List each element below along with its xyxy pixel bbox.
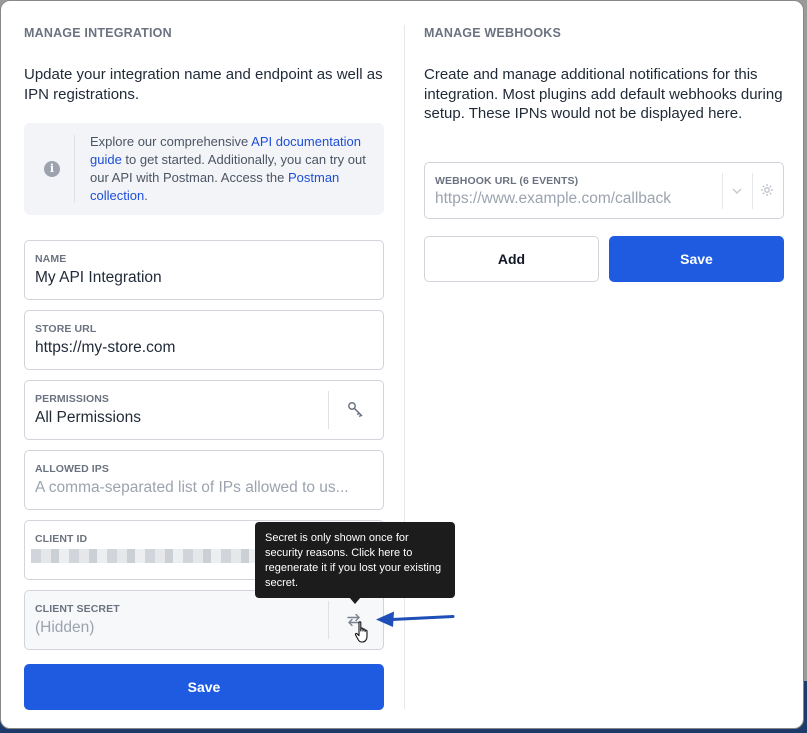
name-label: NAME [35,253,67,265]
webhook-url-input[interactable]: https://www.example.com/callback [435,190,715,208]
hand-cursor-icon [354,621,368,643]
store-url-field[interactable]: STORE URL https://my-store.com [24,310,384,370]
name-field[interactable]: NAME My API Integration [24,240,384,300]
tooltip-arrow [349,597,361,604]
annotation-arrow-icon [376,611,455,627]
divider [328,601,329,639]
client-secret-label: CLIENT SECRET [35,603,120,615]
client-id-value-redacted [31,549,261,563]
store-url-label: STORE URL [35,323,97,335]
info-text-part: Explore our comprehensive [90,134,252,149]
api-info-box: i Explore our comprehensive API document… [24,123,384,215]
client-secret-field: CLIENT SECRET (Hidden) [24,590,384,650]
webhook-url-field[interactable]: WEBHOOK URL (6 EVENTS) https://www.examp… [424,162,784,219]
manage-integration-title: MANAGE INTEGRATION [24,26,172,40]
key-icon[interactable] [347,401,365,419]
add-webhook-button[interactable]: Add [424,236,599,282]
manage-webhooks-description: Create and manage additional notificatio… [424,66,783,122]
client-id-label: CLIENT ID [35,533,88,545]
permissions-label: PERMISSIONS [35,393,110,405]
name-input[interactable]: My API Integration [35,269,162,287]
permissions-field[interactable]: PERMISSIONS All Permissions [24,380,384,440]
divider [328,391,329,429]
divider [74,135,75,203]
save-integration-button[interactable]: Save [24,664,384,710]
regenerate-secret-tooltip: Secret is only shown once for security r… [255,522,455,598]
allowed-ips-label: ALLOWED IPS [35,463,110,475]
manage-integration-description: Update your integration name and endpoin… [24,66,383,103]
permissions-value[interactable]: All Permissions [35,409,141,427]
info-icon: i [44,161,60,177]
api-info-text: Explore our comprehensive API documentat… [90,133,375,205]
gear-icon[interactable] [760,183,774,197]
client-secret-value: (Hidden) [35,619,95,636]
store-url-input[interactable]: https://my-store.com [35,339,175,357]
save-webhooks-button[interactable]: Save [609,236,784,282]
divider [752,173,753,209]
allowed-ips-field[interactable]: ALLOWED IPS A comma-separated list of IP… [24,450,384,510]
webhook-url-label: WEBHOOK URL (6 EVENTS) [435,175,579,187]
allowed-ips-input[interactable]: A comma-separated list of IPs allowed to… [35,479,375,497]
manage-webhooks-title: MANAGE WEBHOOKS [424,26,562,40]
chevron-down-icon[interactable] [731,187,743,195]
divider [722,173,723,209]
info-text-part: . [144,188,148,203]
